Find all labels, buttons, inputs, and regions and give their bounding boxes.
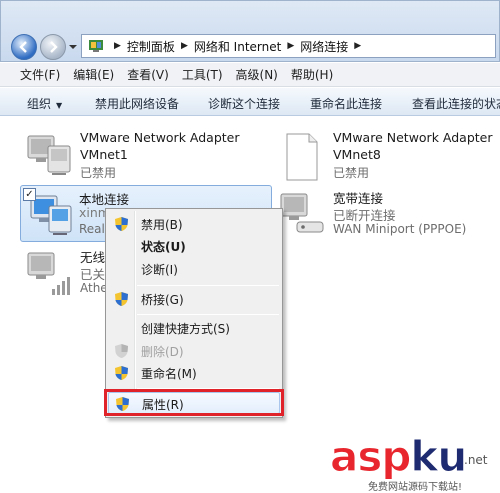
address-bar: ▶ 控制面板 ▶ 网络和 Internet ▶ 网络连接 ▶ <box>0 0 500 62</box>
select-checkbox[interactable]: ✓ <box>23 188 36 201</box>
menu-item-rename[interactable]: 重命名(M) <box>108 362 280 384</box>
menu-item-label: 状态(U) <box>141 240 186 254</box>
connection-name: VMware Network Adapter <box>80 130 240 145</box>
menu-item-label: 重命名(M) <box>141 367 197 381</box>
menu-item-bridge[interactable]: 桥接(G) <box>108 288 280 310</box>
connection-vmnet1[interactable]: VMware Network Adapter VMnet1 已禁用 <box>22 128 272 184</box>
watermark-tld: .net <box>464 453 488 467</box>
wireless-adapter-icon <box>27 252 70 295</box>
address-field[interactable]: ▶ 控制面板 ▶ 网络和 Internet ▶ 网络连接 ▶ <box>81 34 496 58</box>
back-button[interactable] <box>11 34 37 60</box>
menu-bar: 文件(F) 编辑(E) 查看(V) 工具(T) 高级(N) 帮助(H) <box>0 63 500 87</box>
breadcrumb-separator[interactable]: ▶ <box>181 41 188 51</box>
command-bar: 组织 ▼ 禁用此网络设备 诊断这个连接 重命名此连接 查看此连接的状态 <box>0 88 500 116</box>
highlight-annotation-box <box>104 389 284 416</box>
menu-item-label: 禁用(B) <box>141 218 183 232</box>
menu-separator <box>137 314 279 315</box>
watermark-brand: aspku <box>329 432 467 482</box>
menu-item-create-shortcut[interactable]: 创建快捷方式(S) <box>108 317 280 339</box>
menu-edit[interactable]: 编辑(E) <box>73 66 114 83</box>
uac-shield-icon <box>115 292 128 306</box>
breadcrumb-separator[interactable]: ▶ <box>287 41 294 51</box>
watermark-subtitle: 免费网站源码下载站! <box>368 482 463 493</box>
menu-item-label: 创建快捷方式(S) <box>141 322 230 336</box>
connection-status: 已禁用 <box>80 166 117 180</box>
menu-item-status[interactable]: 状态(U) <box>108 235 280 257</box>
connection-status: Real <box>79 222 105 236</box>
control-panel-icon <box>89 40 103 52</box>
connection-status: Athe <box>80 281 108 295</box>
rename-connection-button[interactable]: 重命名此连接 <box>310 95 382 112</box>
menu-tools[interactable]: 工具(T) <box>182 66 223 83</box>
menu-item-label: 诊断(I) <box>141 263 178 277</box>
chevron-down-icon: ▼ <box>56 101 63 110</box>
menu-advanced[interactable]: 高级(N) <box>236 66 278 83</box>
connection-status: 已禁用 <box>333 166 370 180</box>
blank-document-icon <box>286 133 318 181</box>
breadcrumb-control-panel[interactable]: 控制面板 <box>127 38 175 55</box>
arrow-left-icon <box>19 41 27 53</box>
uac-shield-icon <box>115 366 128 380</box>
breadcrumb-separator[interactable]: ▶ <box>354 41 361 51</box>
connection-device: VMnet8 <box>333 147 381 162</box>
menu-item-label: 桥接(G) <box>141 293 184 307</box>
menu-item-delete: 删除(D) <box>108 340 280 362</box>
diagnose-connection-button[interactable]: 诊断这个连接 <box>208 95 280 112</box>
breadcrumb-separator[interactable]: ▶ <box>114 41 121 51</box>
menu-separator <box>137 285 279 286</box>
connection-name: VMware Network Adapter <box>333 130 493 145</box>
connection-status: WAN Miniport (PPPOE) <box>333 222 467 236</box>
organize-label: 组织 <box>27 97 52 111</box>
arrow-right-icon <box>50 41 58 53</box>
history-dropdown-icon[interactable] <box>68 43 78 51</box>
menu-view[interactable]: 查看(V) <box>127 66 169 83</box>
breadcrumb-network-connections[interactable]: 网络连接 <box>300 38 348 55</box>
forward-button[interactable] <box>40 34 66 60</box>
network-adapter-disabled-icon <box>27 135 71 175</box>
uac-shield-disabled-icon <box>115 344 128 358</box>
uac-shield-icon <box>115 217 128 231</box>
menu-help[interactable]: 帮助(H) <box>291 66 333 83</box>
context-menu: 禁用(B) 状态(U) 诊断(I) 桥接(G) 创建快捷方式(S) 删除(D) … <box>105 208 283 418</box>
view-status-button[interactable]: 查看此连接的状态 <box>412 95 500 112</box>
menu-item-disable[interactable]: 禁用(B) <box>108 213 280 235</box>
breadcrumb-network-internet[interactable]: 网络和 Internet <box>194 38 281 55</box>
menu-file[interactable]: 文件(F) <box>20 66 60 83</box>
menu-item-diagnose[interactable]: 诊断(I) <box>108 258 280 280</box>
menu-item-label: 删除(D) <box>141 345 184 359</box>
connection-device: VMnet1 <box>80 147 128 162</box>
watermark-logo: aspku .net 免费网站源码下载站! <box>329 432 500 493</box>
connection-vmnet8[interactable]: VMware Network Adapter VMnet8 已禁用 <box>275 128 500 184</box>
organize-button[interactable]: 组织 ▼ <box>27 95 62 112</box>
disable-device-button[interactable]: 禁用此网络设备 <box>95 95 179 112</box>
connection-broadband[interactable]: 宽带连接 已断开连接 WAN Miniport (PPPOE) <box>275 186 500 242</box>
